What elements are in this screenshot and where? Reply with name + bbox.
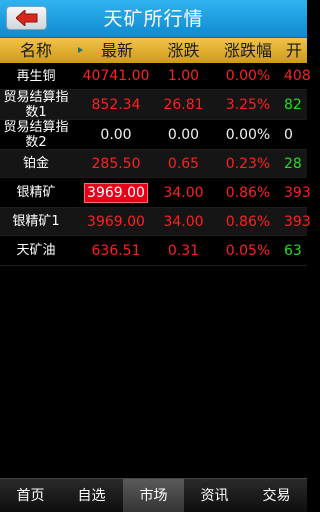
- row-change-pct: 0.00%: [225, 126, 271, 143]
- row-change: 34.00: [163, 184, 204, 201]
- back-button[interactable]: [6, 6, 47, 30]
- row-open: 393: [284, 213, 311, 230]
- row-latest: 636.51: [91, 242, 141, 259]
- row-latest: 852.34: [91, 96, 141, 113]
- row-latest: 3969.00: [87, 213, 145, 230]
- row-change-pct: 0.23%: [225, 155, 271, 172]
- table-row[interactable]: 铂金 285.50 0.65 0.23% 28: [0, 150, 307, 178]
- row-change: 26.81: [163, 96, 204, 113]
- row-change: 1.00: [167, 68, 200, 84]
- table-header: 名称 最新 涨跌 涨跌幅 开: [0, 38, 307, 63]
- table-row[interactable]: 贸易结算指 数1 852.34 26.81 3.25% 82: [0, 90, 307, 120]
- row-name: 银精矿: [16, 185, 56, 200]
- row-name: 天矿油: [16, 243, 56, 258]
- back-arrow-icon: [16, 10, 38, 26]
- price-flash-highlight: 3969.00: [84, 182, 148, 203]
- row-open: 0: [284, 126, 293, 143]
- row-name: 银精矿1: [12, 214, 60, 229]
- page-title: 天矿所行情: [103, 8, 204, 30]
- row-change-pct: 0.86%: [225, 213, 271, 230]
- nav-home[interactable]: 首页: [0, 479, 61, 512]
- row-change: 0.00: [167, 126, 200, 143]
- nav-market[interactable]: 市场: [123, 479, 184, 512]
- row-open: 28: [284, 155, 302, 172]
- row-open: 393: [284, 184, 311, 201]
- quote-table: 再生铜 40741.00 1.00 0.00% 408 贸易结算指 数1 852.…: [0, 63, 311, 266]
- row-change: 0.65: [167, 155, 200, 172]
- row-change: 0.31: [167, 242, 200, 259]
- header-latest[interactable]: 最新: [84, 38, 150, 63]
- header-change-pct[interactable]: 涨跌幅: [214, 38, 282, 63]
- header-change[interactable]: 涨跌: [155, 38, 212, 63]
- row-name: 再生铜: [16, 68, 56, 84]
- table-row[interactable]: 银精矿 3969.00 34.00 0.86% 393: [0, 178, 311, 208]
- sort-arrow-icon: [78, 47, 83, 53]
- row-open: 408: [284, 68, 311, 84]
- table-row[interactable]: 贸易结算指 数2 0.00 0.00 0.00% 0: [0, 120, 307, 150]
- row-name: 贸易结算指 数2: [3, 119, 69, 150]
- table-row[interactable]: 天矿油 636.51 0.31 0.05% 63: [0, 236, 307, 266]
- table-row[interactable]: 银精矿1 3969.00 34.00 0.86% 393: [0, 208, 311, 236]
- row-latest: 285.50: [91, 155, 141, 172]
- row-open: 82: [284, 96, 302, 113]
- row-latest: 3969.00: [78, 178, 154, 207]
- row-change-pct: 3.25%: [225, 96, 271, 113]
- table-row[interactable]: 再生铜 40741.00 1.00 0.00% 408: [0, 63, 311, 90]
- row-open: 63: [284, 242, 302, 259]
- row-latest: 40741.00: [82, 68, 150, 84]
- title-bar: 天矿所行情: [0, 0, 307, 38]
- header-name[interactable]: 名称: [0, 38, 72, 63]
- bottom-nav: 首页 自选 市场 资讯 交易: [0, 478, 307, 512]
- row-change: 34.00: [163, 213, 204, 230]
- header-open[interactable]: 开: [286, 38, 316, 63]
- row-change-pct: 0.86%: [225, 184, 271, 201]
- nav-trade[interactable]: 交易: [246, 479, 307, 512]
- nav-watchlist[interactable]: 自选: [61, 479, 122, 512]
- row-name: 铂金: [22, 156, 49, 171]
- row-name: 贸易结算指 数1: [3, 89, 69, 120]
- row-change-pct: 0.05%: [225, 242, 271, 259]
- row-change-pct: 0.00%: [225, 68, 271, 84]
- nav-news[interactable]: 资讯: [184, 479, 245, 512]
- row-latest: 0.00: [100, 126, 132, 143]
